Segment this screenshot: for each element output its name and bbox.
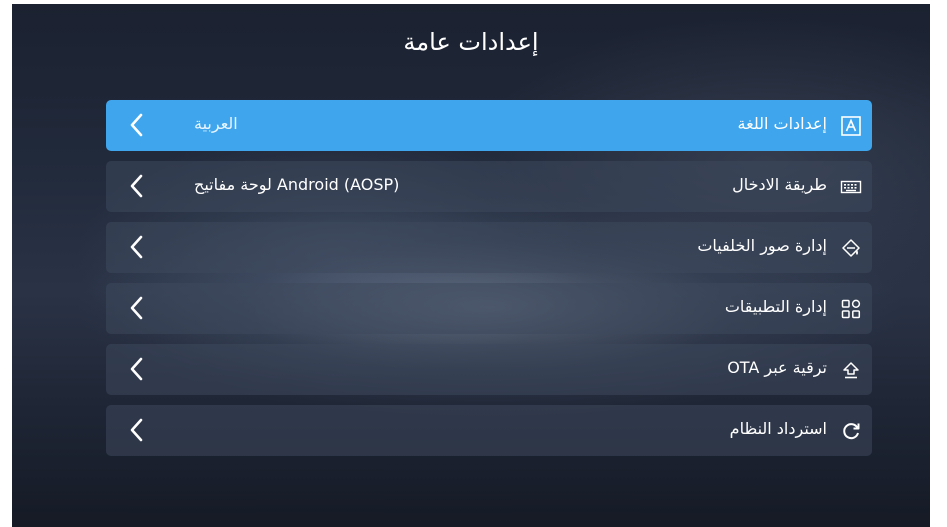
apps-grid-icon <box>840 298 862 320</box>
menu-item-label: إدارة التطبيقات <box>724 297 827 316</box>
menu-item-value: لوحة مفاتيح Android (AOSP) <box>194 175 400 194</box>
menu-item-wallpapers[interactable]: إدارة صور الخلفيات <box>106 222 872 273</box>
menu-item-system-restore[interactable]: استرداد النظام <box>106 405 872 456</box>
language-icon <box>840 115 862 137</box>
keyboard-icon <box>840 176 862 198</box>
menu-item-label: إعدادات اللغة <box>737 114 827 133</box>
menu-item-input-method[interactable]: طريقة الادخال لوحة مفاتيح Android (AOSP) <box>106 161 872 212</box>
menu-item-label: استرداد النظام <box>729 419 827 438</box>
menu-item-value: العربية <box>194 114 238 133</box>
ota-upgrade-icon <box>840 359 862 381</box>
menu-item-label: إدارة صور الخلفيات <box>697 236 827 255</box>
menu-item-label: ترقية عبر OTA <box>727 358 827 377</box>
chevron-left-icon <box>128 356 144 382</box>
chevron-left-icon <box>128 234 144 260</box>
menu-item-apps[interactable]: إدارة التطبيقات <box>106 283 872 334</box>
settings-screen: إعدادات عامة إعدادات اللغة العربية طريقة… <box>12 4 930 527</box>
page-title: إعدادات عامة <box>403 28 539 56</box>
menu-item-language[interactable]: إعدادات اللغة العربية <box>106 100 872 151</box>
chevron-left-icon <box>128 112 144 138</box>
settings-menu: إعدادات اللغة العربية طريقة الادخال لوحة… <box>106 100 872 466</box>
chevron-left-icon <box>128 173 144 199</box>
menu-item-label: طريقة الادخال <box>732 175 827 194</box>
menu-item-ota-upgrade[interactable]: ترقية عبر OTA <box>106 344 872 395</box>
chevron-left-icon <box>128 417 144 443</box>
restore-icon <box>840 420 862 442</box>
chevron-left-icon <box>128 295 144 321</box>
wallpaper-icon <box>840 237 862 259</box>
